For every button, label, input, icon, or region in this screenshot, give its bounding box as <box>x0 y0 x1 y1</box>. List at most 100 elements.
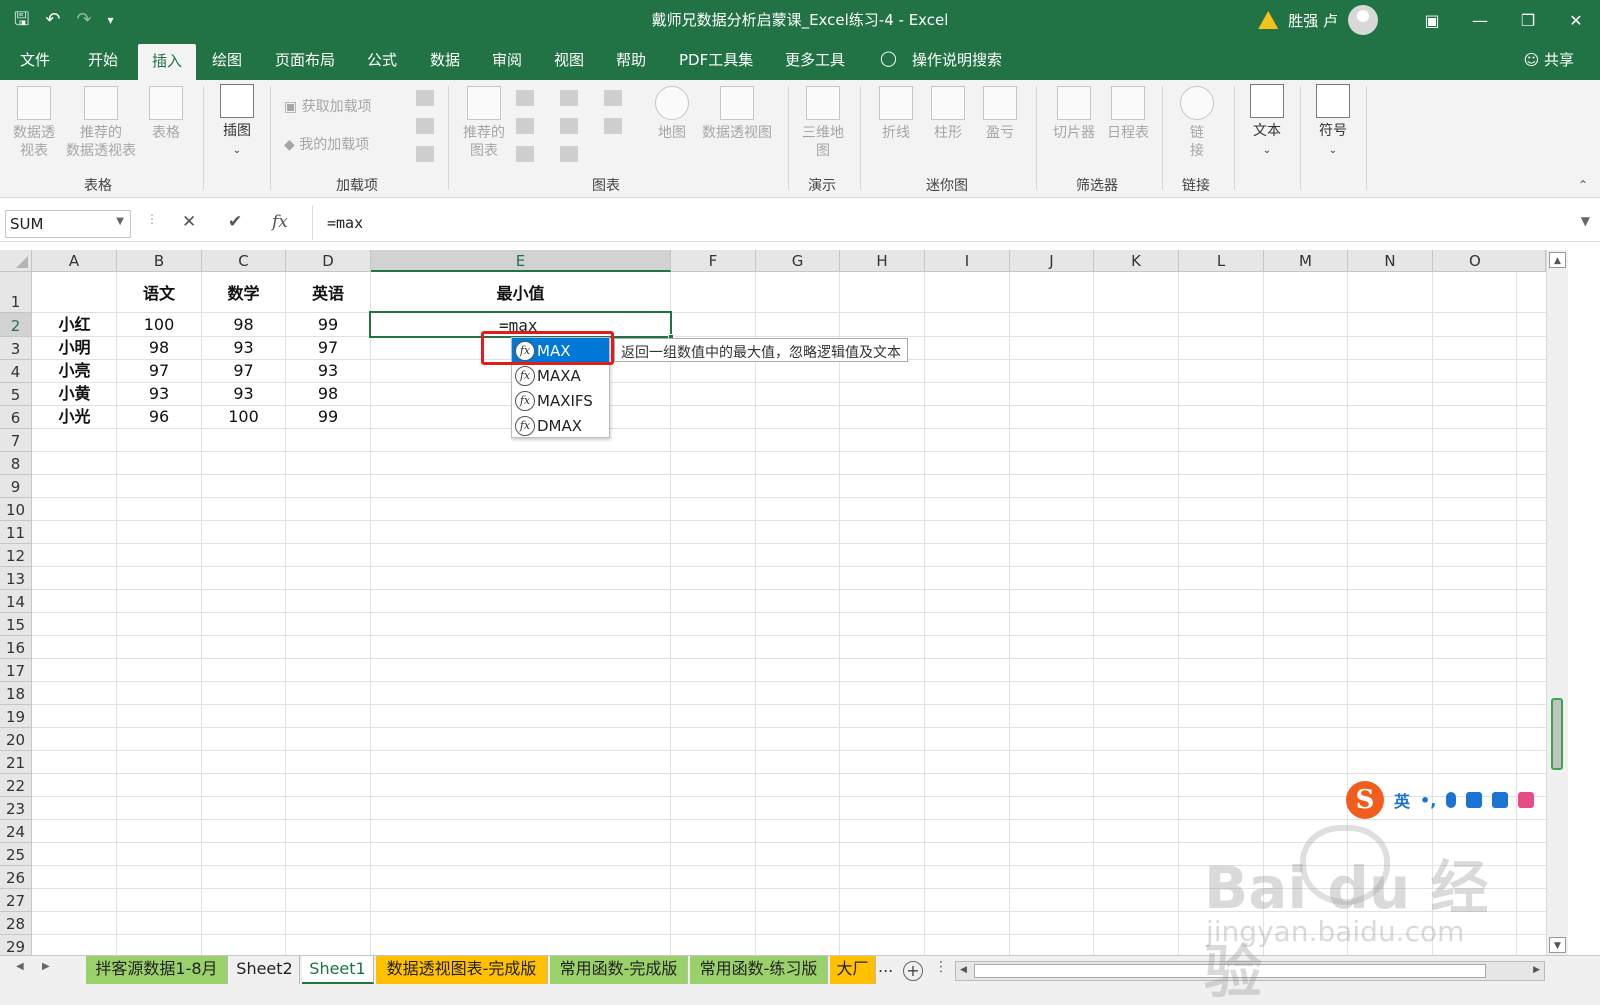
people-graph-icon[interactable] <box>416 146 434 162</box>
cell-a2[interactable]: 小红 <box>33 314 116 336</box>
cell-d5[interactable]: 98 <box>286 383 370 405</box>
cell-b5[interactable]: 93 <box>117 383 201 405</box>
tell-me-search[interactable]: 操作说明搜索 <box>912 49 1002 70</box>
column-header-n[interactable]: N <box>1348 250 1433 272</box>
tab-draw[interactable]: 绘图 <box>212 49 242 70</box>
row-header-20[interactable]: 20 <box>0 728 32 751</box>
sheet-tab-3[interactable]: Sheet1 <box>302 956 374 984</box>
row-header-26[interactable]: 26 <box>0 866 32 889</box>
column-header-h[interactable]: H <box>840 250 925 272</box>
user-name[interactable]: 胜强 卢 <box>1288 10 1338 31</box>
waterfall-chart-icon[interactable] <box>604 90 622 106</box>
tab-file[interactable]: 文件 <box>20 49 50 70</box>
column-header-b[interactable]: B <box>117 250 202 272</box>
scroll-up-icon[interactable]: ▲ <box>1549 252 1566 268</box>
close-icon[interactable]: ✕ <box>1552 11 1600 30</box>
symbols-button[interactable]: 符号 ⌄ <box>1310 84 1356 160</box>
enter-icon[interactable]: ✔ <box>228 212 242 232</box>
cell-c3[interactable]: 93 <box>202 337 285 359</box>
maps-button[interactable]: 地图 <box>650 86 694 142</box>
row-header-16[interactable]: 16 <box>0 636 32 659</box>
row-header-6[interactable]: 6 <box>0 406 32 429</box>
tab-view[interactable]: 视图 <box>554 49 584 70</box>
tab-data[interactable]: 数据 <box>430 49 460 70</box>
cell-b4[interactable]: 97 <box>117 360 201 382</box>
cell-d2[interactable]: 99 <box>286 314 370 336</box>
scroll-down-icon[interactable]: ▼ <box>1549 937 1566 953</box>
sogou-logo-icon[interactable]: S <box>1346 781 1384 819</box>
column-header-g[interactable]: G <box>756 250 840 272</box>
column-chart-icon[interactable] <box>516 90 534 106</box>
cell-d1[interactable]: 英语 <box>286 283 370 305</box>
scroll-left-icon[interactable]: ◀ <box>960 965 967 975</box>
vertical-scrollbar[interactable]: ▲ ▼ <box>1546 250 1568 955</box>
skin-icon[interactable] <box>1492 792 1509 808</box>
pivot-chart-button[interactable]: 数据透视图 <box>698 86 776 142</box>
combo-chart-icon[interactable] <box>560 146 578 162</box>
share-button[interactable]: ☺ 共享 <box>1524 49 1574 70</box>
cell-c1[interactable]: 数学 <box>202 283 285 305</box>
pie-chart-icon[interactable] <box>516 146 534 162</box>
cell-b3[interactable]: 98 <box>117 337 201 359</box>
row-header-24[interactable]: 24 <box>0 820 32 843</box>
name-box[interactable]: SUM ▼ <box>5 210 131 238</box>
sheet-tab-6[interactable]: 常用函数-练习版 <box>690 956 828 984</box>
text-button[interactable]: 文本 ⌄ <box>1244 84 1290 160</box>
row-header-25[interactable]: 25 <box>0 843 32 866</box>
row-header-10[interactable]: 10 <box>0 498 32 521</box>
tab-home[interactable]: 开始 <box>88 49 118 70</box>
pivot-table-button[interactable]: 数据透 视表 <box>8 86 60 160</box>
my-addins-button[interactable]: ◆ 我的加载项 <box>284 136 369 154</box>
scroll-thumb[interactable] <box>1551 698 1563 770</box>
row-header-11[interactable]: 11 <box>0 521 32 544</box>
cell-c4[interactable]: 97 <box>202 360 285 382</box>
column-header-c[interactable]: C <box>202 250 286 272</box>
autocomplete-item-dmax[interactable]: fx DMAX <box>512 413 609 438</box>
slicer-button[interactable]: 切片器 <box>1048 86 1100 142</box>
avatar[interactable] <box>1348 5 1378 35</box>
more-sheets-button[interactable]: ... <box>878 957 893 976</box>
row-header-7[interactable]: 7 <box>0 429 32 452</box>
formula-input[interactable]: =max <box>312 206 1564 240</box>
row-header-15[interactable]: 15 <box>0 613 32 636</box>
row-header-14[interactable]: 14 <box>0 590 32 613</box>
sheet-tab-2[interactable]: Sheet2 <box>230 956 300 984</box>
chevron-down-icon[interactable]: ▼ <box>116 216 124 227</box>
microphone-icon[interactable] <box>1446 792 1457 808</box>
cell-c6[interactable]: 100 <box>202 406 285 428</box>
column-header-l[interactable]: L <box>1179 250 1264 272</box>
illustrations-button[interactable]: 插图 ⌄ <box>212 84 262 160</box>
sheet-tab-7[interactable]: 大厂 <box>830 956 876 984</box>
add-sheet-icon[interactable]: + <box>903 961 923 981</box>
scatter-chart-icon[interactable] <box>516 118 534 134</box>
column-header-e[interactable]: E <box>371 250 671 272</box>
sparkline-line-button[interactable]: 折线 <box>874 86 918 142</box>
recommended-charts-button[interactable]: 推荐的 图表 <box>458 86 510 160</box>
sheet-tab-5[interactable]: 常用函数-完成版 <box>550 956 688 984</box>
cell-d4[interactable]: 93 <box>286 360 370 382</box>
tab-page-layout[interactable]: 页面布局 <box>275 49 335 70</box>
row-header-22[interactable]: 22 <box>0 774 32 797</box>
area-chart-icon[interactable] <box>604 118 622 134</box>
prev-sheet-icon[interactable]: ◀ <box>16 961 24 972</box>
autocomplete-item-maxifs[interactable]: fx MAXIFS <box>512 388 609 413</box>
ime-language[interactable]: 英 <box>1394 788 1410 812</box>
row-header-21[interactable]: 21 <box>0 751 32 774</box>
cell-b6[interactable]: 96 <box>117 406 201 428</box>
cell-d6[interactable]: 99 <box>286 406 370 428</box>
column-header-f[interactable]: F <box>671 250 756 272</box>
ime-toolbar[interactable]: S 英 •, <box>1346 780 1562 820</box>
cell-e1[interactable]: 最小值 <box>371 283 670 305</box>
row-header-29[interactable]: 29 <box>0 935 32 955</box>
row-header-8[interactable]: 8 <box>0 452 32 475</box>
row-header-23[interactable]: 23 <box>0 797 32 820</box>
3d-map-button[interactable]: 三维地 图 <box>798 86 848 160</box>
link-button[interactable]: 链 接 <box>1174 86 1220 160</box>
tab-formulas[interactable]: 公式 <box>367 49 397 70</box>
recommended-pivot-button[interactable]: 推荐的 数据透视表 <box>62 86 140 160</box>
tab-review[interactable]: 审阅 <box>492 49 522 70</box>
tab-insert[interactable]: 插入 <box>138 44 197 80</box>
cell-b1[interactable]: 语文 <box>117 283 201 305</box>
minimize-icon[interactable]: — <box>1456 11 1504 30</box>
visio-icon[interactable] <box>416 118 434 134</box>
